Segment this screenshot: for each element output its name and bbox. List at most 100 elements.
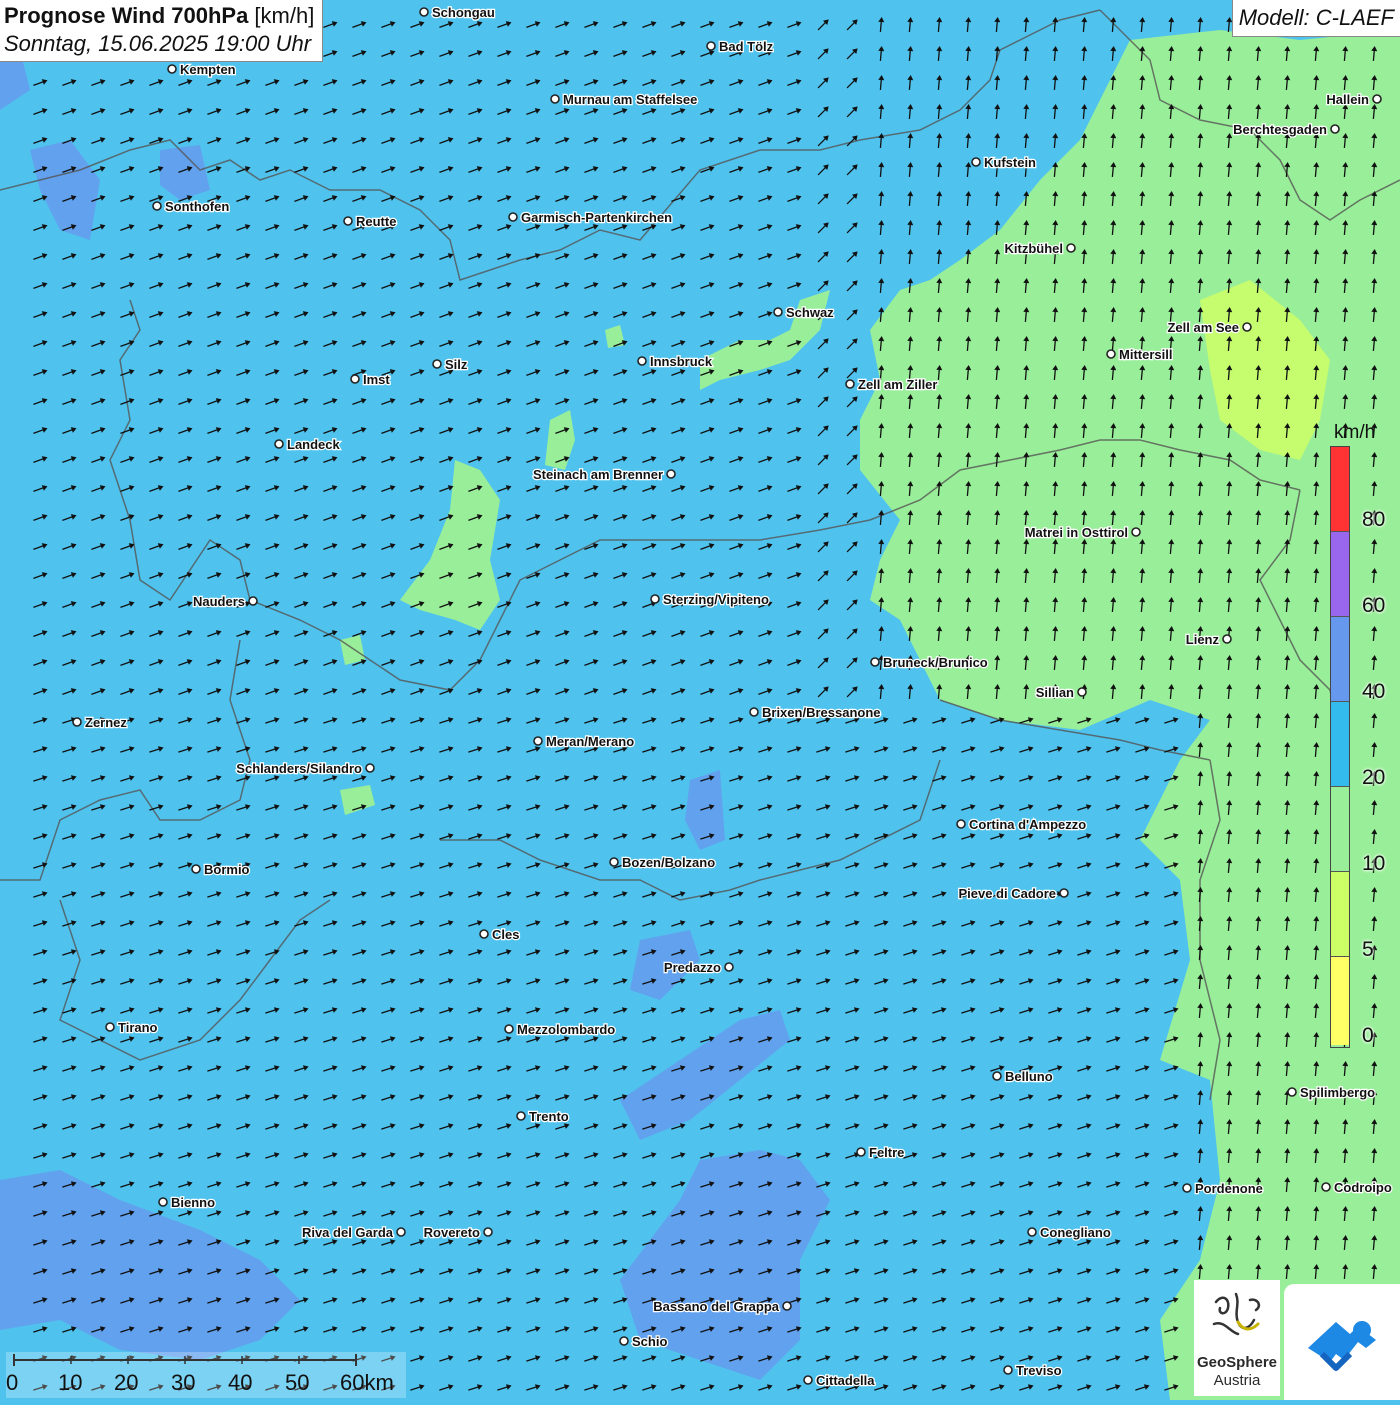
city-label: Zernez: [85, 715, 127, 730]
city-label: Bozen/Bolzano: [622, 855, 715, 870]
city-label: Mittersill: [1119, 347, 1172, 362]
title-bold: Prognose Wind 700hPa: [4, 3, 249, 28]
city-label: Codroipo: [1334, 1180, 1392, 1195]
city-marker: Mezzolombardo: [504, 1021, 617, 1038]
city-marker: Spilimbergo: [1287, 1084, 1376, 1101]
weather-app-logo[interactable]: [1284, 1284, 1400, 1400]
city-label: Cles: [492, 927, 519, 942]
city-label: Imst: [363, 372, 390, 387]
city-label: Spilimbergo: [1300, 1085, 1375, 1100]
city-label: Schio: [632, 1334, 667, 1349]
city-label: Cittadella: [816, 1373, 875, 1388]
city-label: Sterzing/Vipiteno: [663, 592, 769, 607]
city-label: Schwaz: [786, 305, 834, 320]
city-marker: Bassano del Grappa: [652, 1298, 792, 1315]
city-label: Riva del Garda: [302, 1225, 394, 1240]
city-label: Mezzolombardo: [517, 1022, 615, 1037]
city-label: Sonthofen: [165, 199, 229, 214]
city-label: Pordenone: [1195, 1181, 1263, 1196]
city-marker: Steinach am Brenner: [532, 466, 676, 483]
legend-tick-5: 5: [1362, 938, 1374, 961]
geosphere-logo[interactable]: GeoSphere Austria: [1194, 1280, 1280, 1396]
city-label: Kempten: [180, 62, 236, 77]
city-marker: Garmisch-Partenkirchen: [508, 209, 673, 226]
city-label: Rovereto: [424, 1225, 480, 1240]
geosphere-country: Austria: [1213, 1372, 1261, 1389]
title-unit: [km/h]: [248, 3, 315, 28]
map-title: Prognose Wind 700hPa [km/h]: [4, 2, 314, 30]
city-label: Cortina d'Ampezzo: [969, 817, 1086, 832]
legend-tick-0: 0: [1362, 1024, 1374, 1047]
scale-label-60km: 60km: [340, 1370, 394, 1395]
city-label: Brixen/Bressanone: [762, 705, 881, 720]
city-label: Kitzbühel: [1005, 241, 1064, 256]
city-label: Sillian: [1036, 685, 1074, 700]
legend-band-10-20: [1331, 787, 1349, 872]
scale-bar: 0 10 20 30 40 50 60km: [6, 1352, 406, 1398]
city-label: Nauders: [193, 594, 245, 609]
wind-map: Schongau Bad Tölz Kempten Murnau am Staffel…: [0, 0, 1400, 1400]
forecast-time: Sonntag, 15.06.2025 19:00 Uhr: [4, 31, 312, 56]
legend-tick-60: 60: [1362, 594, 1386, 617]
scale-label-40: 40: [228, 1370, 253, 1395]
city-marker: Meran/Merano: [533, 733, 635, 750]
city-label: Treviso: [1016, 1363, 1062, 1378]
city-marker: Bozen/Bolzano: [609, 854, 716, 871]
city-label: Bad Tölz: [719, 39, 774, 54]
legend-tick-40: 40: [1362, 680, 1386, 703]
legend-band-60-80: [1331, 532, 1349, 617]
city-label: Berchtesgaden: [1233, 122, 1327, 137]
city-label: Feltre: [869, 1145, 904, 1160]
scale-label-20: 20: [114, 1370, 139, 1395]
color-legend: km/h 80 60 40 20 10 5 0: [1326, 420, 1400, 1052]
legend-unit: km/h: [1334, 422, 1376, 443]
legend-band-0-5: [1331, 957, 1349, 1045]
city-marker: Pordenone: [1182, 1180, 1264, 1197]
city-label: Tirano: [118, 1020, 158, 1035]
legend-color-bar: [1330, 446, 1350, 1048]
city-label: Landeck: [287, 437, 341, 452]
city-marker: Berchtesgaden: [1232, 121, 1340, 138]
legend-tick-80: 80: [1362, 508, 1386, 531]
city-label: Lienz: [1186, 632, 1220, 647]
city-label: Conegliano: [1040, 1225, 1111, 1240]
city-label: Schongau: [432, 5, 495, 20]
city-label: Hallein: [1326, 92, 1369, 107]
geosphere-emblem-icon: [1212, 1292, 1261, 1336]
city-label: Kufstein: [984, 155, 1036, 170]
city-label: Silz: [445, 357, 468, 372]
city-label: Schlanders/Silandro: [236, 761, 362, 776]
city-label: Matrei in Osttirol: [1025, 525, 1128, 540]
legend-band-5-10: [1331, 872, 1349, 957]
city-label: Bassano del Grappa: [653, 1299, 779, 1314]
scale-label-50: 50: [285, 1370, 310, 1395]
city-label: Garmisch-Partenkirchen: [521, 210, 672, 225]
city-label: Belluno: [1005, 1069, 1053, 1084]
city-marker: Schlanders/Silandro: [235, 760, 375, 777]
city-marker: Bruneck/Brunico: [870, 654, 989, 671]
city-label: Bienno: [171, 1195, 215, 1210]
city-marker: Murnau am Staffelsee: [550, 91, 699, 108]
city-label: Bruneck/Brunico: [883, 655, 988, 670]
city-marker: Zell am Ziller: [845, 376, 939, 393]
city-label: Zell am Ziller: [858, 377, 937, 392]
city-label: Zell am See: [1167, 320, 1239, 335]
city-label: Bormio: [204, 862, 250, 877]
city-marker: Sonthofen: [152, 198, 231, 215]
city-label: Pieve di Cadore: [958, 886, 1056, 901]
city-marker: Pieve di Cadore: [957, 885, 1069, 902]
legend-tick-10: 10: [1362, 852, 1386, 875]
city-marker: Sterzing/Vipiteno: [650, 591, 770, 608]
city-marker: Conegliano: [1027, 1224, 1112, 1241]
geosphere-name: GeoSphere: [1196, 1354, 1278, 1371]
scale-line: [13, 1354, 357, 1366]
city-label: Steinach am Brenner: [533, 467, 663, 482]
city-marker: Riva del Garda: [301, 1224, 406, 1241]
legend-band-40-60: [1331, 617, 1349, 702]
city-marker: Schongau: [419, 4, 496, 21]
city-label: Reutte: [356, 214, 396, 229]
city-label: Predazzo: [664, 960, 721, 975]
city-marker: Zell am See: [1166, 319, 1252, 336]
legend-band-80-plus: [1331, 447, 1349, 532]
weather-app-icon: [1308, 1321, 1376, 1371]
